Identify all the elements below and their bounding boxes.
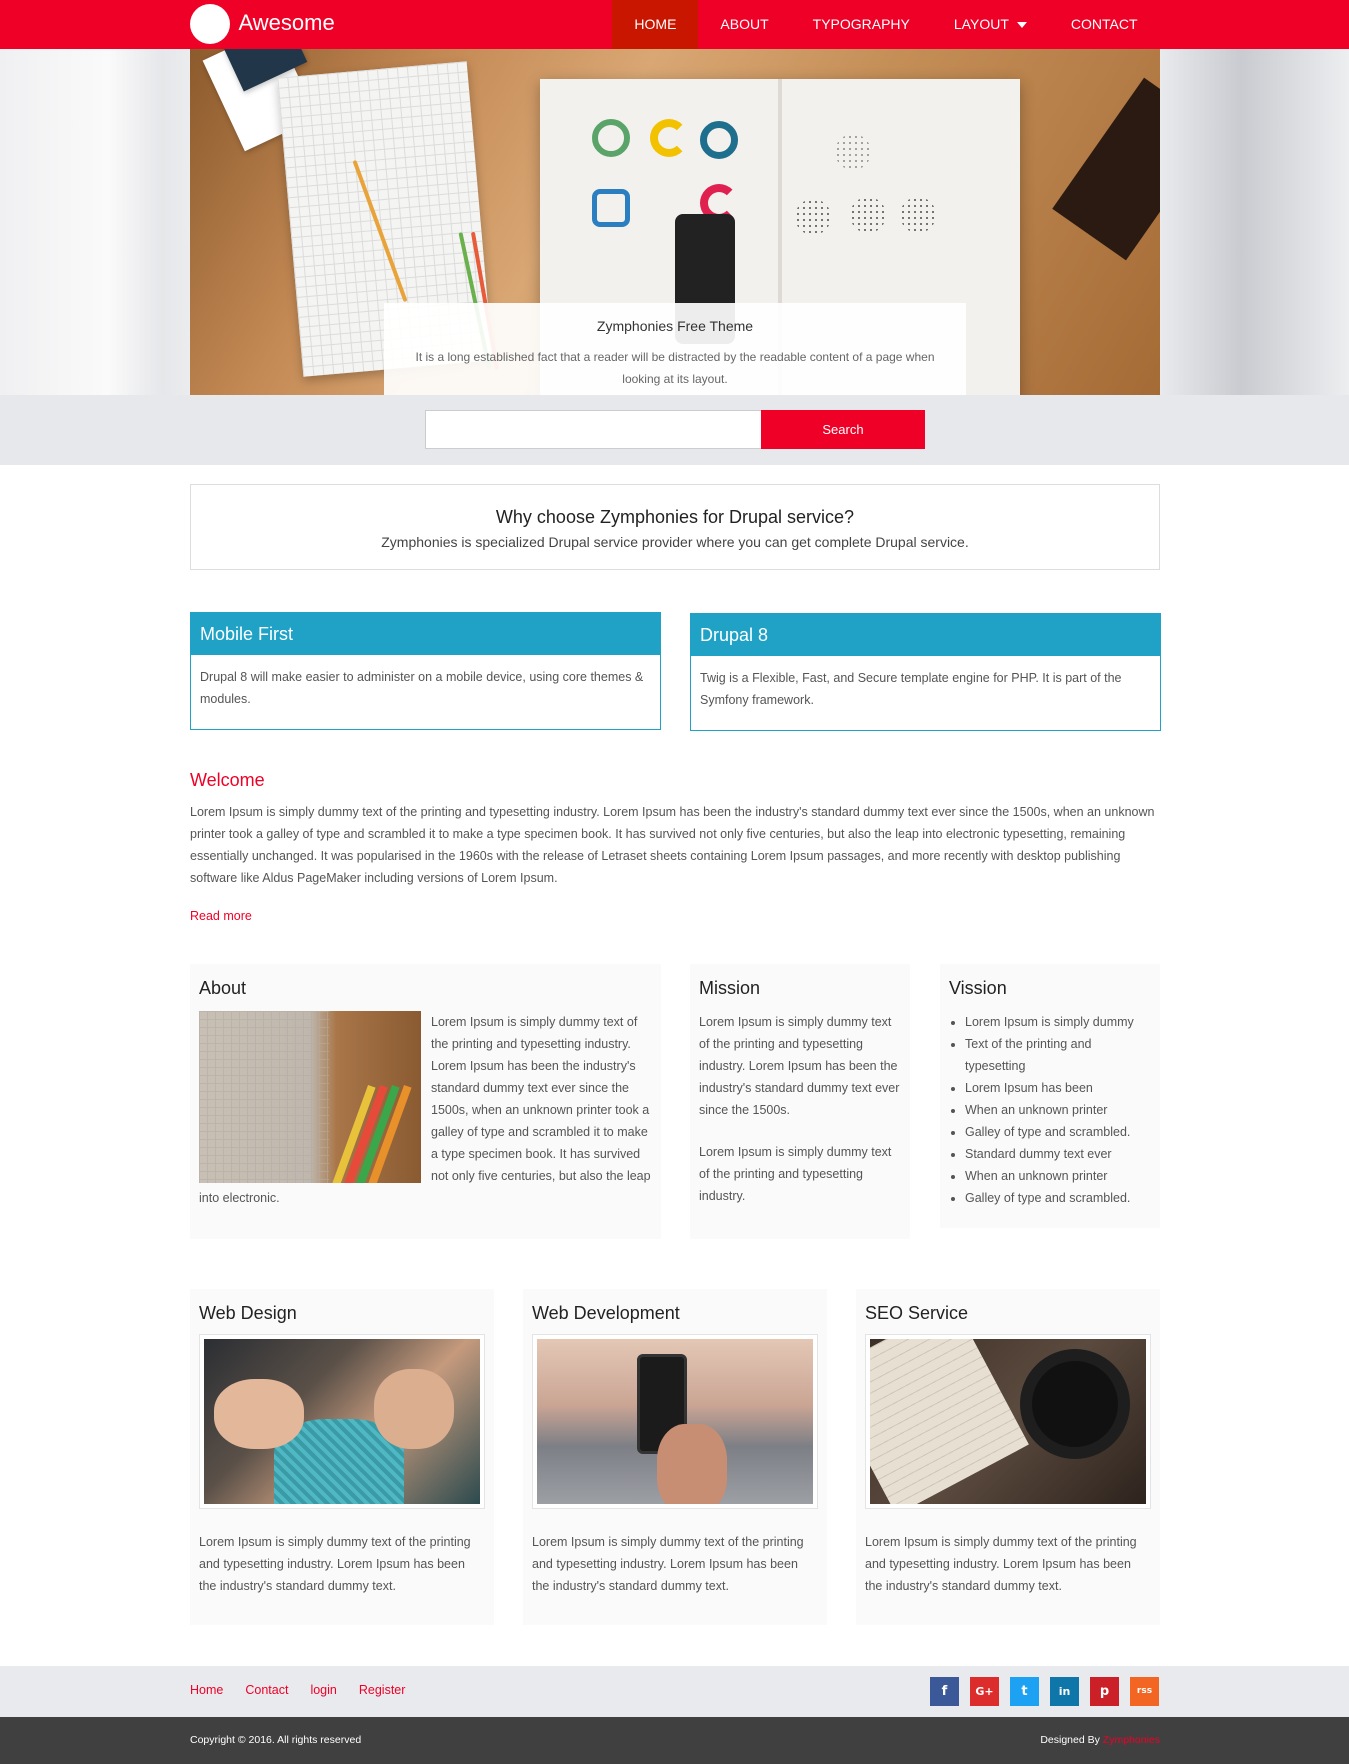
feature-box-mobile-first: Mobile First Drupal 8 will make easier t… bbox=[190, 612, 661, 730]
feature-title: Drupal 8 bbox=[691, 614, 1160, 656]
search-button[interactable]: Search bbox=[761, 410, 925, 449]
why-choose-box: Why choose Zymphonies for Drupal service… bbox=[190, 484, 1160, 570]
hero-dot-mark bbox=[900, 197, 936, 233]
hero-dot-mark bbox=[850, 197, 886, 233]
twitter-icon[interactable]: t bbox=[1010, 1677, 1039, 1706]
site-name[interactable]: Awesome bbox=[239, 10, 335, 36]
service-card-seo-service: SEO Service Lorem Ipsum is simply dummy … bbox=[856, 1289, 1160, 1625]
feature-box-drupal-8: Drupal 8 Twig is a Flexible, Fast, and S… bbox=[690, 613, 1161, 731]
copyright: Copyright © 2016. All rights reserved bbox=[190, 1734, 362, 1746]
feature-text: Twig is a Flexible, Fast, and Secure tem… bbox=[700, 671, 1122, 707]
search-input[interactable] bbox=[425, 410, 762, 449]
pinterest-icon[interactable]: p bbox=[1090, 1677, 1119, 1706]
service-card-web-development: Web Development Lorem Ipsum is simply du… bbox=[523, 1289, 827, 1625]
why-title: Why choose Zymphonies for Drupal service… bbox=[495, 507, 855, 527]
search-band: Search bbox=[0, 395, 1349, 465]
nav-layout[interactable]: LAYOUT bbox=[932, 0, 1049, 49]
logo-icon[interactable] bbox=[189, 4, 230, 44]
why-subtitle: Zymphonies is specialized Drupal service… bbox=[381, 534, 969, 550]
nav-typography[interactable]: TYPOGRAPHY bbox=[791, 0, 932, 49]
service-text: Lorem Ipsum is simply dummy text of the … bbox=[532, 1535, 804, 1593]
service-title: Web Design bbox=[199, 1303, 297, 1323]
slide-caption: Zymphonies Free Theme It is a long estab… bbox=[384, 303, 966, 395]
list-item: Standard dummy text ever bbox=[965, 1143, 1151, 1165]
phone-photo-image bbox=[537, 1339, 813, 1504]
footer-link-login[interactable]: login bbox=[310, 1683, 336, 1697]
hand-shape bbox=[657, 1424, 727, 1504]
main-nav: HOME ABOUT TYPOGRAPHY LAYOUT CONTACT bbox=[612, 0, 1159, 49]
welcome-section: Welcome Lorem Ipsum is simply dummy text… bbox=[190, 770, 1160, 923]
notebook-shape bbox=[870, 1339, 1029, 1504]
hand-shape bbox=[374, 1369, 454, 1449]
nav-home[interactable]: HOME bbox=[612, 0, 699, 49]
hand-shape bbox=[214, 1379, 304, 1449]
feature-title: Mobile First bbox=[191, 613, 660, 655]
service-title: SEO Service bbox=[865, 1303, 969, 1323]
mission-panel: Mission Lorem Ipsum is simply dummy text… bbox=[690, 964, 910, 1239]
knitting-image bbox=[204, 1339, 480, 1504]
vission-list: Lorem Ipsum is simply dummy Text of the … bbox=[949, 1011, 1151, 1209]
service-title: Web Development bbox=[532, 1303, 680, 1323]
mission-text: Lorem Ipsum is simply dummy text of the … bbox=[699, 1015, 900, 1117]
service-image-frame bbox=[532, 1334, 818, 1509]
footer-link-contact[interactable]: Contact bbox=[245, 1683, 288, 1697]
read-more-link[interactable]: Read more bbox=[190, 909, 252, 923]
mission-text-2: Lorem Ipsum is simply dummy text of the … bbox=[699, 1145, 892, 1203]
nav-about[interactable]: ABOUT bbox=[698, 0, 790, 49]
rss-icon[interactable]: rss bbox=[1130, 1677, 1159, 1706]
site-header: Awesome HOME ABOUT TYPOGRAPHY LAYOUT CON… bbox=[0, 0, 1349, 49]
footer-link-register[interactable]: Register bbox=[359, 1683, 406, 1697]
designed-by-label: Designed By bbox=[1040, 1734, 1100, 1746]
list-item: When an unknown printer bbox=[965, 1165, 1151, 1187]
slide-caption-title: Zymphonies Free Theme bbox=[596, 318, 754, 334]
footer-bottom: Copyright © 2016. All rights reserved De… bbox=[0, 1717, 1349, 1764]
mission-title: Mission bbox=[699, 978, 761, 998]
service-card-web-design: Web Design Lorem Ipsum is simply dummy t… bbox=[190, 1289, 494, 1625]
coffee-cup-shape bbox=[1020, 1349, 1130, 1459]
hero-dot-mark bbox=[795, 199, 831, 235]
social-links: f G+ t in p rss bbox=[930, 1677, 1159, 1706]
footer-link-home[interactable]: Home bbox=[190, 1683, 223, 1697]
hero-logo-mark bbox=[650, 119, 688, 157]
nav-contact[interactable]: CONTACT bbox=[1049, 0, 1160, 49]
service-image-frame bbox=[865, 1334, 1151, 1509]
vission-panel: Vission Lorem Ipsum is simply dummy Text… bbox=[940, 964, 1160, 1228]
service-image-frame bbox=[199, 1334, 485, 1509]
feature-text: Drupal 8 will make easier to administer … bbox=[200, 670, 644, 706]
hero-slider: Zymphonies Free Theme It is a long estab… bbox=[0, 49, 1349, 395]
nav-layout-label: LAYOUT bbox=[953, 16, 1009, 32]
hero-logo-mark bbox=[592, 119, 630, 157]
service-text: Lorem Ipsum is simply dummy text of the … bbox=[199, 1535, 471, 1593]
about-title: About bbox=[199, 978, 247, 998]
designed-by-link[interactable]: Zymphonies bbox=[1103, 1734, 1160, 1746]
service-text: Lorem Ipsum is simply dummy text of the … bbox=[865, 1535, 1137, 1593]
welcome-text: Lorem Ipsum is simply dummy text of the … bbox=[190, 805, 1155, 885]
footer-links: Home Contact login Register bbox=[190, 1683, 405, 1697]
list-item: When an unknown printer bbox=[965, 1099, 1151, 1121]
hero-logo-mark bbox=[700, 121, 738, 159]
coffee-image bbox=[870, 1339, 1146, 1504]
vission-title: Vission bbox=[949, 978, 1007, 998]
welcome-title: Welcome bbox=[190, 770, 265, 790]
footer-top: Home Contact login Register f G+ t in p … bbox=[0, 1666, 1349, 1717]
list-item: Galley of type and scrambled. bbox=[965, 1121, 1151, 1143]
google-plus-icon[interactable]: G+ bbox=[970, 1677, 999, 1706]
about-image bbox=[199, 1011, 421, 1183]
slide-caption-text: It is a long established fact that a rea… bbox=[415, 350, 935, 386]
list-item: Galley of type and scrambled. bbox=[965, 1187, 1151, 1209]
list-item: Lorem Ipsum has been bbox=[965, 1077, 1151, 1099]
list-item: Lorem Ipsum is simply dummy bbox=[965, 1011, 1151, 1033]
about-panel: About Lorem Ipsum is simply dummy text o… bbox=[190, 964, 661, 1239]
caret-down-icon bbox=[1016, 22, 1027, 29]
list-item: Text of the printing and typesetting bbox=[965, 1033, 1151, 1077]
designed-by: Designed By Zymphonies bbox=[1040, 1734, 1160, 1746]
facebook-icon[interactable]: f bbox=[930, 1677, 959, 1706]
slider-pager bbox=[384, 391, 966, 395]
hero-tablet-shape bbox=[1052, 77, 1160, 261]
linkedin-icon[interactable]: in bbox=[1050, 1677, 1079, 1706]
hero-logo-mark bbox=[592, 189, 630, 227]
hero-dot-mark bbox=[835, 134, 871, 170]
